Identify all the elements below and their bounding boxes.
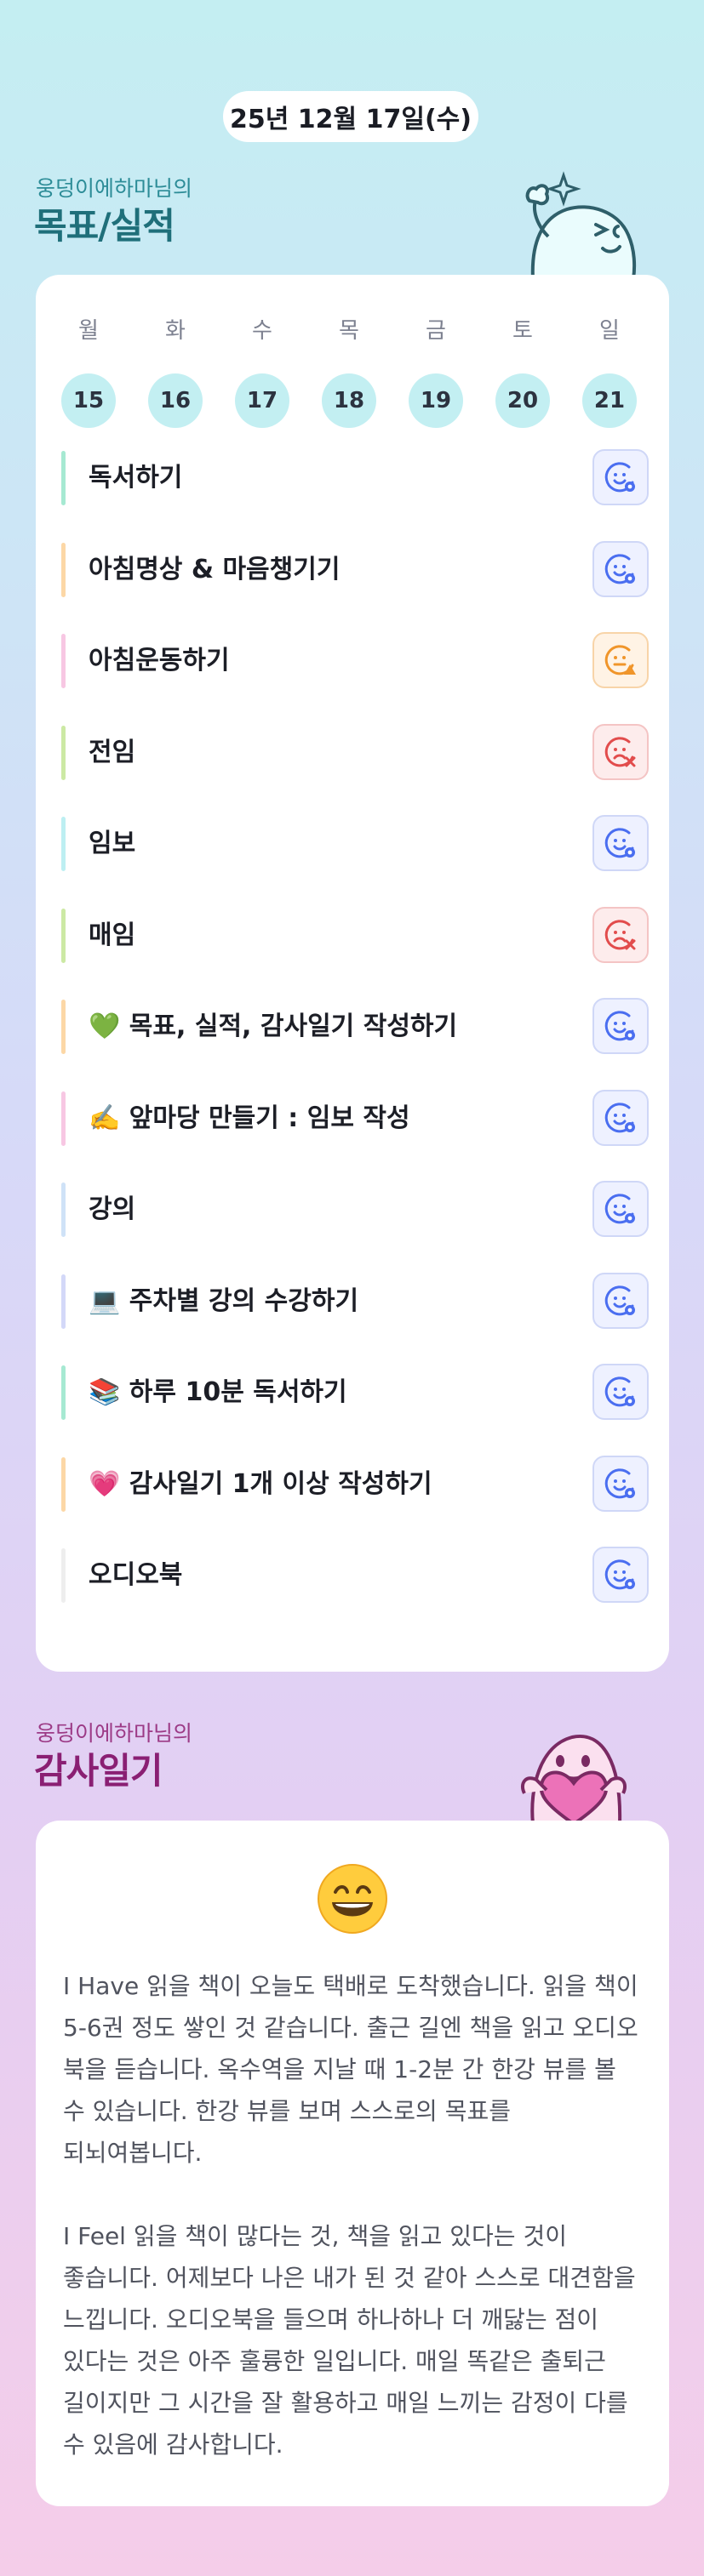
goal-color-bar: [61, 1274, 66, 1329]
day-name: 목: [339, 318, 359, 344]
sad-x-icon[interactable]: [592, 723, 649, 780]
goal-color-bar: [61, 1091, 66, 1146]
goal-color-bar: [61, 634, 66, 688]
goal-label: 📚 하루 10분 독서하기: [89, 1377, 347, 1407]
goal-label: 아침운동하기: [89, 646, 230, 675]
day-number[interactable]: 17: [235, 373, 289, 428]
goal-row[interactable]: 독서하기: [61, 449, 649, 507]
day-number[interactable]: 15: [61, 373, 116, 428]
goal-color-bar: [61, 817, 66, 871]
day-column[interactable]: 일 21: [582, 316, 637, 428]
goal-label: ✍️ 앞마당 만들기 : 임보 작성: [89, 1103, 410, 1133]
goal-label: 임보: [89, 829, 136, 858]
day-column[interactable]: 화 16: [148, 316, 203, 428]
smile-check-icon[interactable]: [592, 540, 649, 597]
day-number[interactable]: 19: [409, 373, 463, 428]
smile-check-icon[interactable]: [592, 1364, 649, 1420]
date-pill: 25년 12월 17일(수): [223, 91, 478, 142]
day-name: 월: [78, 318, 99, 344]
goals-section-title: 목표/실적: [34, 205, 175, 247]
smile-check-icon[interactable]: [592, 1272, 649, 1329]
goal-row[interactable]: 전임: [61, 723, 649, 782]
goal-color-bar: [61, 1456, 66, 1512]
day-name: 금: [426, 318, 446, 344]
day-name: 토: [512, 318, 533, 344]
warning-face-icon[interactable]: [592, 632, 649, 688]
goal-label: 💚 목표, 실적, 감사일기 작성하기: [89, 1012, 458, 1041]
diary-text: I Have 읽을 책이 오늘도 택배로 도착했습니다. 읽을 책이 5-6권 …: [63, 1972, 638, 2459]
goal-color-bar: [61, 1365, 66, 1420]
goal-color-bar: [61, 451, 66, 505]
goal-row[interactable]: 매임: [61, 906, 649, 965]
day-column[interactable]: 월 15: [61, 316, 116, 428]
goal-row[interactable]: 임보: [61, 815, 649, 873]
diary-card: I Have 읽을 책이 오늘도 택배로 도착했습니다. 읽을 책이 5-6권 …: [36, 1821, 669, 2506]
goal-color-bar: [61, 1548, 66, 1603]
day-column[interactable]: 금 19: [409, 316, 463, 428]
goal-label: 💻 주차별 강의 수강하기: [89, 1285, 359, 1316]
day-column[interactable]: 목 18: [322, 316, 376, 428]
goal-color-bar: [61, 1000, 66, 1054]
grinning-face-icon: [318, 1864, 387, 1934]
day-number[interactable]: 18: [322, 373, 376, 428]
smile-check-icon[interactable]: [592, 1547, 649, 1603]
goal-row[interactable]: ✍️ 앞마당 만들기 : 임보 작성: [61, 1089, 649, 1148]
mascot-waving-icon: [525, 171, 637, 279]
day-number[interactable]: 16: [148, 373, 203, 428]
mascot-heart-icon: [520, 1734, 627, 1824]
goals-card: 월 15 화 16 수 17 목 18 금 19 토 20 일 21 독서하기아침명상 & 마음챙기기아침…: [36, 275, 669, 1672]
goal-label: 💗 감사일기 1개 이상 작성하기: [89, 1468, 432, 1499]
goal-color-bar: [61, 1183, 66, 1237]
day-column[interactable]: 토 20: [495, 316, 550, 428]
day-name: 일: [599, 318, 620, 344]
goal-row[interactable]: 아침운동하기: [61, 632, 649, 690]
goal-label: 독서하기: [89, 463, 183, 493]
diary-section-title: 감사일기: [34, 1750, 163, 1792]
day-name: 수: [252, 318, 272, 344]
goal-row[interactable]: 📚 하루 10분 독서하기: [61, 1364, 649, 1422]
goal-label: 아침명상 & 마음챙기기: [89, 554, 341, 584]
goal-row[interactable]: 아침명상 & 마음챙기기: [61, 540, 649, 599]
goal-label: 강의: [89, 1194, 136, 1224]
day-column[interactable]: 수 17: [235, 316, 289, 428]
day-number[interactable]: 21: [582, 373, 637, 428]
goal-row[interactable]: 💗 감사일기 1개 이상 작성하기: [61, 1455, 649, 1513]
smile-check-icon[interactable]: [592, 1455, 649, 1512]
day-name: 화: [165, 318, 186, 344]
sad-x-icon[interactable]: [592, 906, 649, 963]
goal-label: 전임: [89, 737, 136, 767]
day-number[interactable]: 20: [495, 373, 550, 428]
goal-row[interactable]: 오디오북: [61, 1547, 649, 1604]
smile-check-icon[interactable]: [592, 815, 649, 871]
goal-label: 오디오북: [89, 1560, 183, 1590]
smile-check-icon[interactable]: [592, 1089, 649, 1146]
goal-color-bar: [61, 725, 66, 780]
goal-color-bar: [61, 908, 66, 963]
goal-row[interactable]: 💻 주차별 강의 수강하기: [61, 1272, 649, 1331]
goal-label: 매임: [89, 920, 136, 950]
goal-color-bar: [61, 542, 66, 597]
goal-row[interactable]: 강의: [61, 1181, 649, 1239]
smile-check-icon[interactable]: [592, 1181, 649, 1237]
smile-check-icon[interactable]: [592, 998, 649, 1054]
goal-row[interactable]: 💚 목표, 실적, 감사일기 작성하기: [61, 998, 649, 1056]
smile-check-icon[interactable]: [592, 449, 649, 505]
